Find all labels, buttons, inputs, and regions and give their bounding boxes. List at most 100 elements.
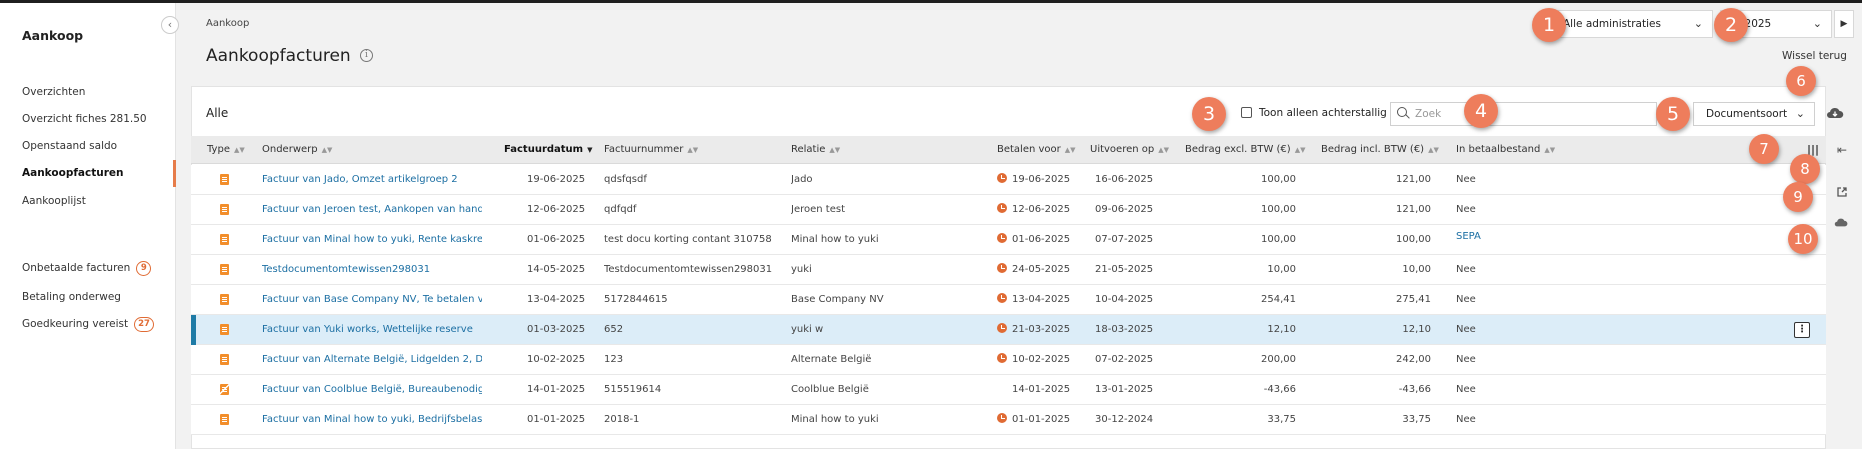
next-year-button[interactable]: ▶ (1834, 10, 1854, 38)
table-row[interactable]: Factuur van Minal how to yuki, Bedrijfsb… (191, 405, 1826, 435)
invoice-document-icon (220, 234, 229, 245)
invoice-relation: Base Company NV (791, 294, 884, 305)
invoice-date: 14-01-2025 (527, 384, 586, 395)
pay-before-cell: 14-01-2025 (997, 375, 1087, 405)
column-label: Factuurdatum (504, 144, 584, 155)
table-row[interactable]: Factuur van Minal how to yuki, Rente kas… (191, 225, 1826, 255)
sort-icon: ▲▼ (321, 146, 333, 154)
sidebar-item-goedkeuring-vereist[interactable]: Goedkeuring vereist 27 (0, 311, 176, 338)
invoice-number: 652 (604, 324, 624, 335)
invoice-subject-link[interactable]: Factuur van Coolblue België, Bureaubenod… (262, 375, 482, 405)
sidebar-item-onbetaalde-facturen[interactable]: Onbetaalde facturen 9 (0, 255, 176, 282)
sort-icon: ▲▼ (1064, 146, 1076, 154)
column-header-bedrag-incl[interactable]: Bedrag incl. BTW (€) ▲▼ (1321, 136, 1439, 164)
amount-excl-vat: 12,10 (1267, 324, 1296, 335)
chevron-left-icon[interactable]: ‹ (161, 16, 179, 34)
table-header: Type ▲▼ Onderwerp ▲▼ Factuurdatum ▼ Factuur… (191, 136, 1826, 164)
overdue-checkbox[interactable] (1241, 107, 1252, 118)
invoice-document-icon (220, 294, 229, 305)
column-label: Factuurnummer (604, 144, 684, 155)
column-label: Type (207, 144, 230, 155)
invoice-relation: Coolblue België (791, 384, 869, 395)
invoice-relation: Minal how to yuki (791, 234, 879, 245)
amount-incl-vat: 33,75 (1402, 414, 1431, 425)
sort-icon: ▲▼ (829, 146, 841, 154)
column-header-factuurnummer[interactable]: Factuurnummer ▲▼ (604, 136, 698, 164)
invoice-subject-link[interactable]: Factuur van Minal how to yuki, Bedrijfsb… (262, 405, 482, 435)
count-badge: 9 (136, 260, 152, 276)
row-menu-icon[interactable]: ⋮ (1794, 322, 1810, 338)
amount-excl-vat: -43,66 (1263, 384, 1296, 395)
count-badge: 27 (134, 316, 154, 332)
pay-before-date: 10-02-2025 (1012, 354, 1071, 365)
table-row[interactable]: Factuur van Yuki works, Wettelijke reser… (191, 315, 1826, 345)
sidebar-item-aankooplijst[interactable]: Aankooplijst (0, 188, 176, 215)
pay-before-cell: 19-06-2025 (997, 165, 1087, 195)
invoice-subject-link[interactable]: Factuur van Jeroen test, Aankopen van ha… (262, 195, 482, 225)
table-row[interactable]: Factuur van Base Company NV, Te betalen … (191, 285, 1826, 315)
breadcrumb[interactable]: Aankoop (206, 18, 249, 29)
execute-on-date: 18-03-2025 (1095, 324, 1154, 335)
sidebar-title: Aankoop (22, 28, 84, 43)
sidebar-item-label: Betaling onderweg (22, 291, 121, 303)
chevron-down-icon: ⌄ (1693, 17, 1703, 30)
column-label: In betaalbestand (1456, 144, 1541, 155)
invoice-subject-link[interactable]: Factuur van Jado, Omzet artikelgroep 2 (262, 165, 482, 195)
overdue-filter[interactable]: Toon alleen achterstallig (1241, 107, 1387, 119)
invoice-subject-link[interactable]: Factuur van Base Company NV, Te betalen … (262, 285, 482, 315)
column-header-onderwerp[interactable]: Onderwerp ▲▼ (262, 136, 332, 164)
table-row[interactable]: Factuur van Jeroen test, Aankopen van ha… (191, 195, 1826, 225)
invoice-subject-link[interactable]: Factuur van Alternate België, Lidgelden … (262, 345, 482, 375)
column-header-bedrag-excl[interactable]: Bedrag excl. BTW (€) ▲▼ (1185, 136, 1305, 164)
column-header-in-betaalbestand[interactable]: In betaalbestand ▲▼ (1456, 136, 1555, 164)
sidebar-item-betaling-onderweg[interactable]: Betaling onderweg (0, 284, 176, 311)
column-header-betalen-voor[interactable]: Betalen voor ▲▼ (997, 136, 1076, 164)
collapse-panel-icon[interactable]: ⇤ (1837, 143, 1847, 157)
table-row[interactable]: Factuur van Jado, Omzet artikelgroep 2 19… (191, 165, 1826, 195)
amount-excl-vat: 10,00 (1267, 264, 1296, 275)
invoice-subject-link[interactable]: Testdocumentomtewissen298031 (262, 255, 482, 285)
sidebar-item-label: Aankoopfacturen (22, 167, 124, 179)
annotation-marker-8: 8 (1790, 154, 1820, 184)
invoice-relation: Jeroen test (791, 204, 845, 215)
column-header-uitvoeren-op[interactable]: Uitvoeren op ▲▼ (1090, 136, 1169, 164)
credit-note-icon (220, 384, 229, 395)
sepa-link[interactable]: SEPA (1456, 222, 1536, 252)
search-input[interactable]: Zoek (1390, 102, 1657, 126)
amount-incl-vat: -43,66 (1398, 384, 1431, 395)
invoice-subject-link[interactable]: Factuur van Minal how to yuki, Rente kas… (262, 225, 482, 255)
table-row[interactable]: Factuur van Alternate België, Lidgelden … (191, 345, 1826, 375)
open-external-icon[interactable] (1836, 186, 1848, 198)
in-payment-file: Nee (1456, 324, 1476, 335)
column-header-type[interactable]: Type ▲▼ (207, 136, 245, 164)
invoice-relation: Jado (791, 174, 813, 185)
table-row[interactable]: Testdocumentomtewissen298031 14-05-2025 Te… (191, 255, 1826, 285)
amount-incl-vat: 121,00 (1396, 174, 1431, 185)
page-title: Aankoopfacturen (206, 46, 351, 66)
sidebar-item-overzicht-fiches[interactable]: Overzicht fiches 281.50 (0, 106, 176, 133)
column-header-factuurdatum[interactable]: Factuurdatum ▼ (504, 136, 593, 164)
invoice-subject-link[interactable]: Factuur van Yuki works, Wettelijke reser… (262, 315, 482, 345)
chevron-down-icon: ⌄ (1795, 107, 1805, 120)
table-row[interactable]: Factuur van Coolblue België, Bureaubenod… (191, 375, 1826, 405)
amount-excl-vat: 254,41 (1261, 294, 1296, 305)
column-label: Bedrag excl. BTW (€) (1185, 144, 1291, 155)
sidebar-item-openstaand-saldo[interactable]: Openstaand saldo (0, 133, 176, 160)
sort-icon: ▲▼ (1544, 146, 1556, 154)
administration-select[interactable]: Alle administraties ⌄ (1552, 10, 1713, 38)
invoice-number: 2018-1 (604, 414, 640, 425)
in-payment-file: Nee (1456, 384, 1476, 395)
info-icon[interactable]: i (360, 49, 373, 62)
overdue-clock-icon (997, 293, 1007, 303)
cloud-upload-icon[interactable] (1834, 217, 1848, 228)
amount-excl-vat: 200,00 (1261, 354, 1296, 365)
column-header-relatie[interactable]: Relatie ▲▼ (791, 136, 840, 164)
sort-icon: ▲▼ (1428, 146, 1439, 154)
sidebar-item-aankoopfacturen[interactable]: Aankoopfacturen (0, 160, 176, 187)
cloud-download-icon[interactable] (1826, 106, 1844, 120)
amount-incl-vat: 121,00 (1396, 204, 1431, 215)
sidebar-item-overzichten[interactable]: Overzichten (0, 79, 176, 106)
document-type-select[interactable]: Documentsoort ⌄ (1693, 102, 1815, 126)
in-payment-file: Nee (1456, 354, 1476, 365)
switch-back-link[interactable]: Wissel terug (1782, 50, 1847, 62)
